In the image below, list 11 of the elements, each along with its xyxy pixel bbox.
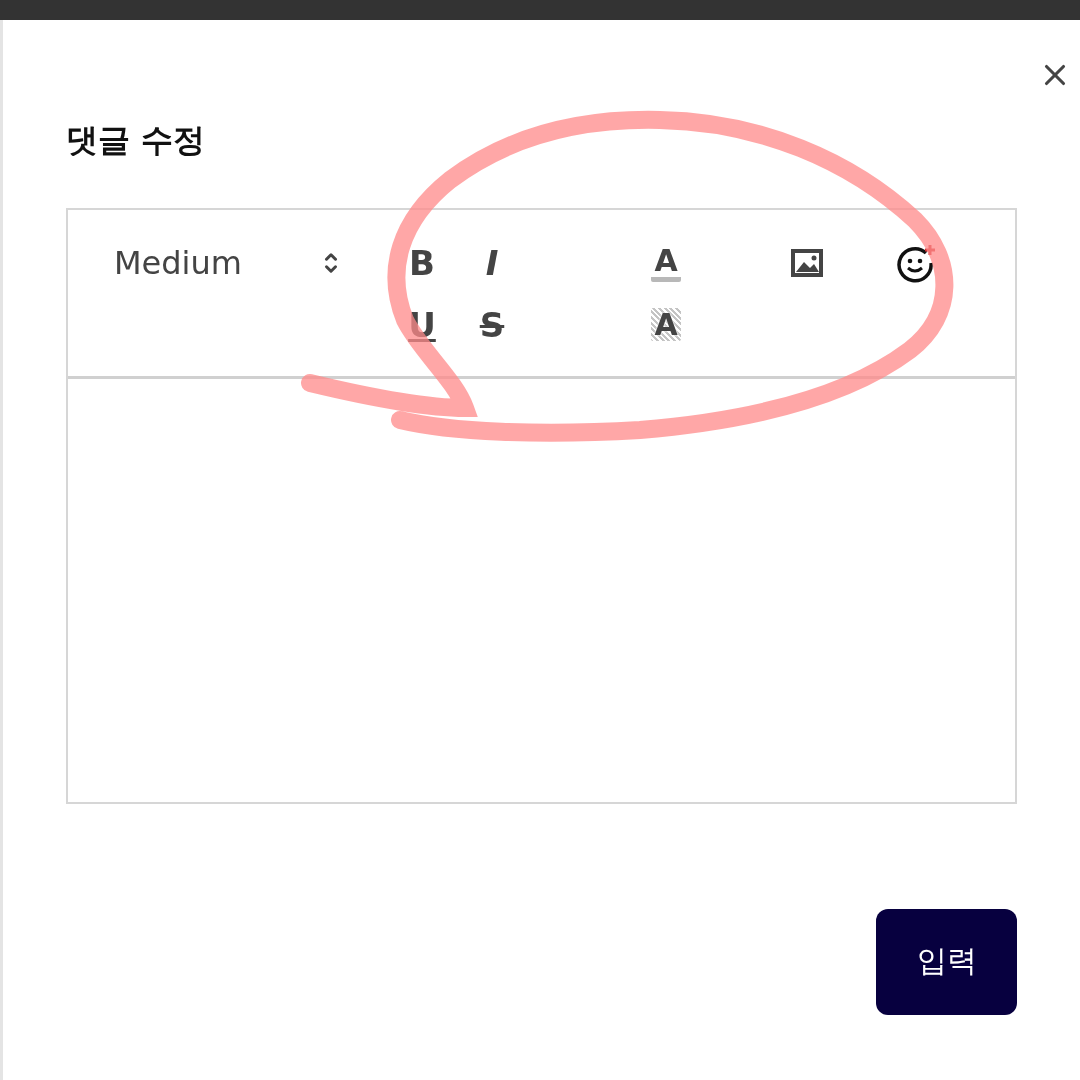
image-icon	[789, 246, 825, 279]
insert-image-button[interactable]	[789, 246, 825, 279]
italic-button[interactable]: I	[485, 242, 499, 283]
text-color-button[interactable]: A	[651, 243, 681, 282]
font-size-select[interactable]: Medium	[114, 243, 344, 282]
dialog-title: 댓글 수정	[66, 120, 206, 161]
strike-button[interactable]: S	[479, 304, 505, 345]
submit-button[interactable]: 입력	[876, 908, 1017, 1015]
bold-button[interactable]: B	[409, 242, 435, 283]
highlight-color-button[interactable]: A	[651, 308, 681, 342]
underline-button[interactable]: U	[408, 304, 436, 345]
